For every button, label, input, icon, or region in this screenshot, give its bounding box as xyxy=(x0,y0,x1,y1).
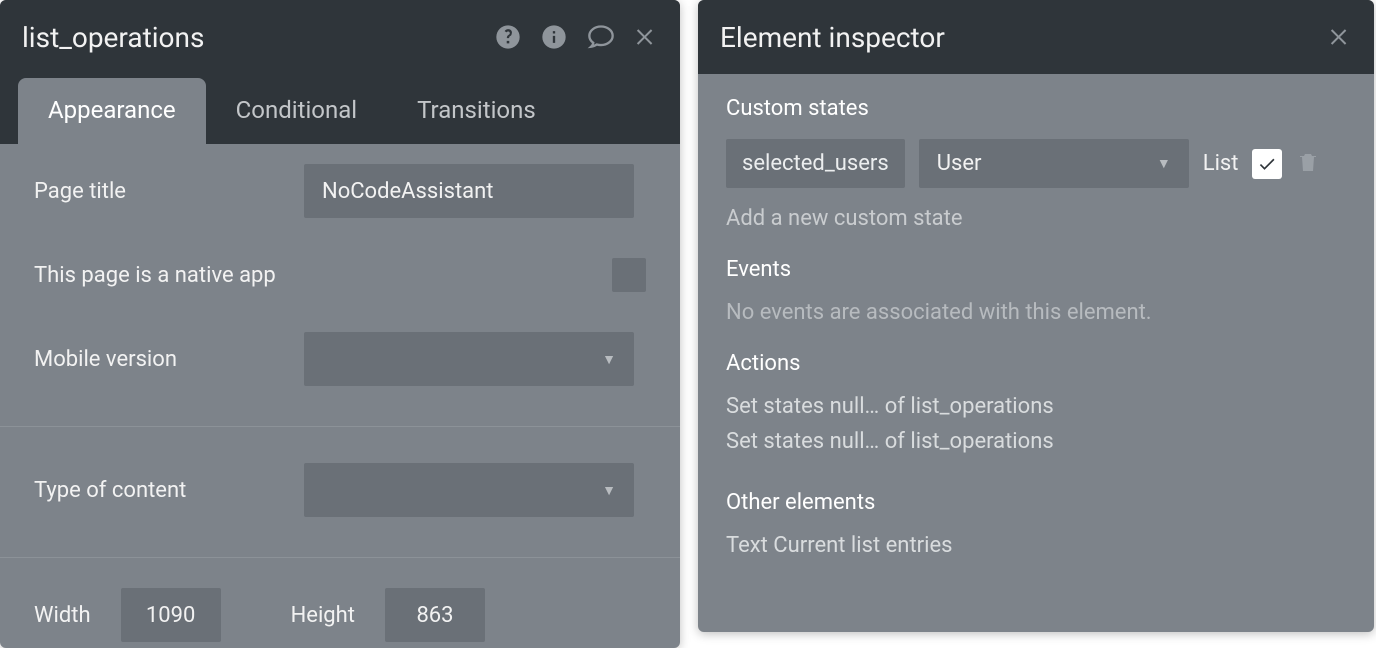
section-events: Events No events are associated with thi… xyxy=(698,235,1374,329)
height-label: Height xyxy=(291,603,355,628)
actions-heading: Actions xyxy=(726,351,1346,376)
custom-state-row: selected_users User ▼ List xyxy=(726,139,1346,188)
header-icon-group xyxy=(494,23,658,51)
action-item[interactable]: Set states null… of list_operations xyxy=(726,394,1346,419)
inspector-title: Element inspector xyxy=(720,21,1318,54)
native-app-label: This page is a native app xyxy=(34,263,592,288)
add-custom-state-link[interactable]: Add a new custom state xyxy=(726,206,1346,231)
tab-appearance[interactable]: Appearance xyxy=(18,78,206,144)
type-of-content-label: Type of content xyxy=(34,478,284,503)
element-name-title: list_operations xyxy=(22,21,484,54)
row-dimensions: Width 1090 Height 863 xyxy=(0,558,680,648)
other-elements-heading: Other elements xyxy=(726,490,1346,515)
mobile-version-select[interactable]: ▼ xyxy=(304,332,634,386)
height-input[interactable]: 863 xyxy=(385,588,485,642)
state-type-value: User xyxy=(937,151,982,176)
native-app-checkbox[interactable] xyxy=(612,258,646,292)
info-icon[interactable] xyxy=(540,23,568,51)
close-icon[interactable] xyxy=(634,25,658,49)
row-native-app: This page is a native app xyxy=(0,238,680,312)
properties-panel-header: list_operations xyxy=(0,0,680,74)
row-page-title: Page title NoCodeAssistant xyxy=(0,144,680,238)
properties-panel: list_operations Appearance Conditional T… xyxy=(0,0,680,648)
trash-icon[interactable] xyxy=(1296,149,1320,179)
row-mobile-version: Mobile version ▼ xyxy=(0,312,680,427)
comment-icon[interactable] xyxy=(586,23,616,51)
page-title-input[interactable]: NoCodeAssistant xyxy=(304,164,634,218)
caret-down-icon: ▼ xyxy=(602,351,616,368)
state-name-input[interactable]: selected_users xyxy=(726,139,905,188)
list-checkbox[interactable] xyxy=(1252,149,1282,179)
caret-down-icon: ▼ xyxy=(602,482,616,499)
section-actions: Actions Set states null… of list_operati… xyxy=(698,329,1374,468)
custom-states-heading: Custom states xyxy=(726,96,1346,121)
section-custom-states: Custom states selected_users User ▼ List xyxy=(698,74,1374,235)
page-title-label: Page title xyxy=(34,179,284,204)
help-icon[interactable] xyxy=(494,23,522,51)
mobile-version-label: Mobile version xyxy=(34,347,284,372)
tab-transitions[interactable]: Transitions xyxy=(387,78,566,144)
width-input[interactable]: 1090 xyxy=(121,588,221,642)
inspector-body: Custom states selected_users User ▼ List xyxy=(698,74,1374,632)
row-type-of-content: Type of content ▼ xyxy=(0,427,680,558)
properties-tabs: Appearance Conditional Transitions xyxy=(0,74,680,144)
inspector-header: Element inspector xyxy=(698,0,1374,74)
tab-conditional[interactable]: Conditional xyxy=(206,78,387,144)
appearance-body: Page title NoCodeAssistant This page is … xyxy=(0,144,680,648)
state-type-select[interactable]: User ▼ xyxy=(919,139,1189,188)
events-heading: Events xyxy=(726,257,1346,282)
type-of-content-select[interactable]: ▼ xyxy=(304,463,634,517)
width-label: Width xyxy=(34,603,91,628)
caret-down-icon: ▼ xyxy=(1157,155,1171,172)
list-label: List xyxy=(1203,151,1239,176)
action-item[interactable]: Set states null… of list_operations xyxy=(726,429,1346,454)
other-element-item[interactable]: Text Current list entries xyxy=(726,533,1346,558)
close-icon[interactable] xyxy=(1328,25,1352,49)
events-empty-text: No events are associated with this eleme… xyxy=(726,300,1346,325)
section-other-elements: Other elements Text Current list entries xyxy=(698,468,1374,572)
element-inspector-panel: Element inspector Custom states selected… xyxy=(698,0,1374,632)
